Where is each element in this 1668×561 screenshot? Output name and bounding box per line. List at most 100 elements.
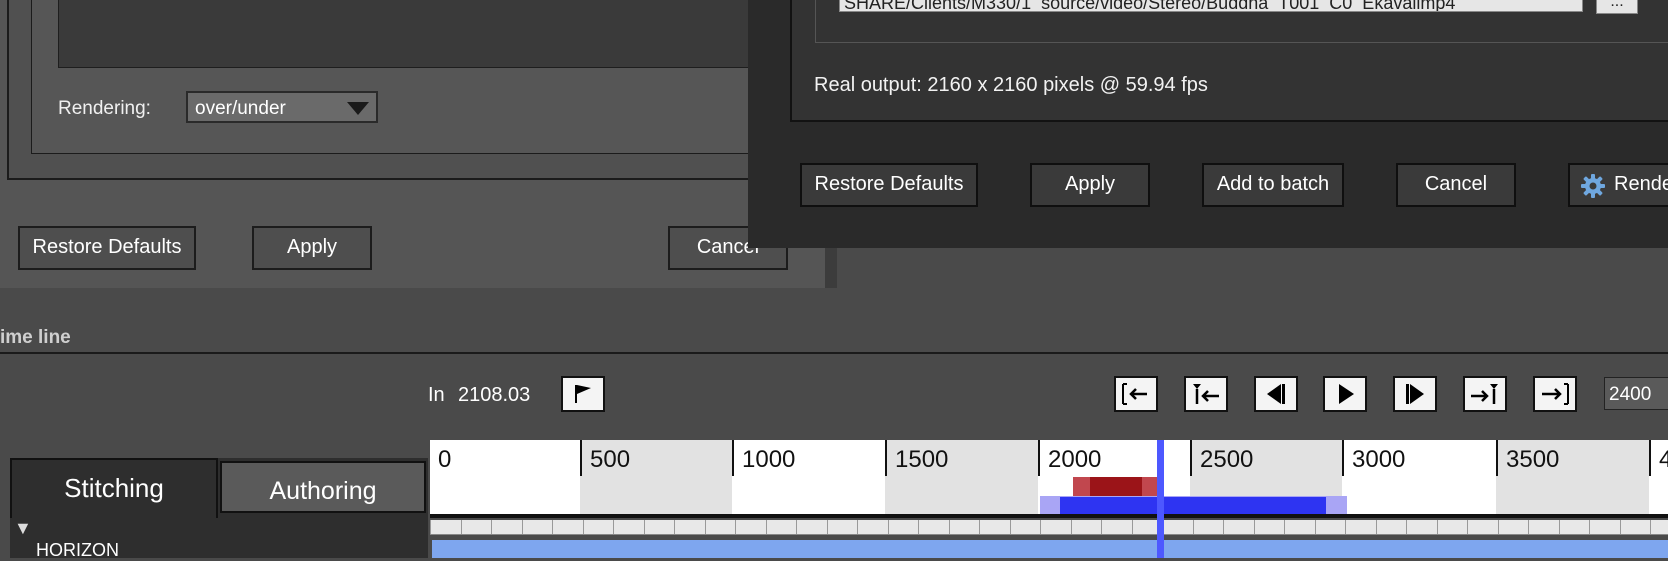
minor-tick [583, 520, 584, 534]
in-point-label: In [428, 384, 445, 406]
ruler-tick [885, 440, 887, 476]
minor-tick [674, 520, 675, 534]
minor-tick [1467, 520, 1468, 534]
rendering-select[interactable]: over/under [186, 91, 378, 123]
flag-icon [575, 385, 591, 403]
step-forward-button[interactable] [1393, 376, 1437, 412]
go-to-start-button[interactable] [1114, 376, 1158, 412]
minor-tick [827, 520, 828, 534]
minor-tick [1132, 520, 1133, 534]
minor-tick [735, 520, 736, 534]
settings-text-area[interactable] [58, 0, 750, 68]
next-marker-icon [1471, 384, 1498, 404]
minor-tick [1223, 520, 1224, 534]
go-to-start-icon [1122, 383, 1147, 405]
timeline-header-divider [0, 352, 1668, 354]
minor-tick [1650, 520, 1651, 534]
minor-tick [644, 520, 645, 534]
minor-tick [1010, 520, 1011, 534]
dialog-cancel-button[interactable]: Cancel [1396, 163, 1516, 207]
minor-tick [1040, 520, 1041, 534]
dialog-apply-button[interactable]: Apply [1030, 163, 1150, 207]
go-to-end-button[interactable] [1533, 376, 1577, 412]
current-frame-field[interactable]: 2400 [1604, 377, 1668, 410]
ruler-label: 4 [1659, 446, 1668, 473]
output-path-input[interactable]: SHARE/Clients/M330/1_source/video/Stereo… [839, 0, 1583, 12]
ruler-tick [732, 440, 734, 476]
playhead[interactable] [1157, 440, 1164, 558]
minor-tick [949, 520, 950, 534]
left-apply-button[interactable]: Apply [252, 226, 372, 270]
minor-tick [491, 520, 492, 534]
selection-range[interactable] [1060, 497, 1326, 515]
minor-tick [705, 520, 706, 534]
real-output-text: Real output: 2160 x 2160 pixels @ 59.94 … [814, 74, 1208, 96]
play-button[interactable] [1323, 376, 1367, 412]
browse-button[interactable]: ... [1596, 0, 1638, 14]
ruler-tick [580, 440, 582, 476]
add-to-batch-button[interactable]: Add to batch [1202, 163, 1344, 207]
ruler-tick [1342, 440, 1344, 476]
minor-tick [1406, 520, 1407, 534]
minor-tick [1101, 520, 1102, 534]
tab-stitching[interactable]: Stitching [10, 458, 218, 518]
dialog-restore-defaults-button[interactable]: Restore Defaults [800, 163, 978, 207]
timeline-track[interactable] [432, 540, 1668, 558]
timeline-title: ime line [0, 327, 71, 348]
step-back-button[interactable] [1254, 376, 1298, 412]
in-out-marker-core[interactable] [1090, 477, 1142, 498]
minor-tick [888, 520, 889, 534]
rendering-select-value: over/under [195, 98, 286, 119]
minor-tick [857, 520, 858, 534]
minor-tick [796, 520, 797, 534]
render-button[interactable]: Render [1568, 163, 1668, 207]
ruler-label: 1000 [742, 446, 796, 473]
left-restore-defaults-button[interactable]: Restore Defaults [18, 226, 196, 270]
minor-tick-row [430, 520, 1668, 535]
in-point-value: 2108.03 [458, 384, 531, 406]
minor-tick [1437, 520, 1438, 534]
ruler-label: 2500 [1200, 446, 1254, 473]
go-to-end-icon [1542, 383, 1569, 405]
next-marker-button[interactable] [1463, 376, 1507, 412]
prev-marker-icon [1193, 384, 1219, 404]
minor-tick [1559, 520, 1560, 534]
render-button-label: Render [1614, 173, 1668, 195]
ruler-tick [1496, 440, 1498, 476]
minor-tick [522, 520, 523, 534]
minor-tick [979, 520, 980, 534]
ruler-label: 2000 [1048, 446, 1102, 473]
minor-tick [918, 520, 919, 534]
ruler-label: 3500 [1506, 446, 1560, 473]
minor-tick [1589, 520, 1590, 534]
ruler-tick [1190, 440, 1192, 476]
gear-icon [1581, 174, 1605, 198]
minor-tick [1315, 520, 1316, 534]
tree-expand-icon[interactable]: ▼ [14, 518, 32, 539]
minor-tick [1498, 520, 1499, 534]
minor-tick [613, 520, 614, 534]
minor-tick [1254, 520, 1255, 534]
minor-tick [1284, 520, 1285, 534]
minor-tick [1345, 520, 1346, 534]
play-icon [1339, 384, 1354, 404]
ruler-label: 3000 [1352, 446, 1406, 473]
minor-tick [1528, 520, 1529, 534]
rendering-label: Rendering: [58, 98, 151, 119]
minor-tick [1620, 520, 1621, 534]
ruler-label: 1500 [895, 446, 949, 473]
step-forward-icon [1406, 384, 1424, 404]
prev-marker-button[interactable] [1184, 376, 1228, 412]
ruler-label: 0 [438, 446, 452, 473]
minor-tick [430, 520, 431, 534]
ruler-baseline [430, 514, 1668, 518]
step-back-icon [1267, 384, 1285, 404]
tab-authoring[interactable]: Authoring [220, 461, 426, 513]
ruler-label: 500 [590, 446, 631, 473]
set-in-point-button[interactable] [561, 376, 605, 412]
chevron-down-icon [347, 102, 369, 115]
minor-tick [461, 520, 462, 534]
minor-tick [552, 520, 553, 534]
ruler-tick [1038, 440, 1040, 476]
ruler-tick [1649, 440, 1651, 476]
